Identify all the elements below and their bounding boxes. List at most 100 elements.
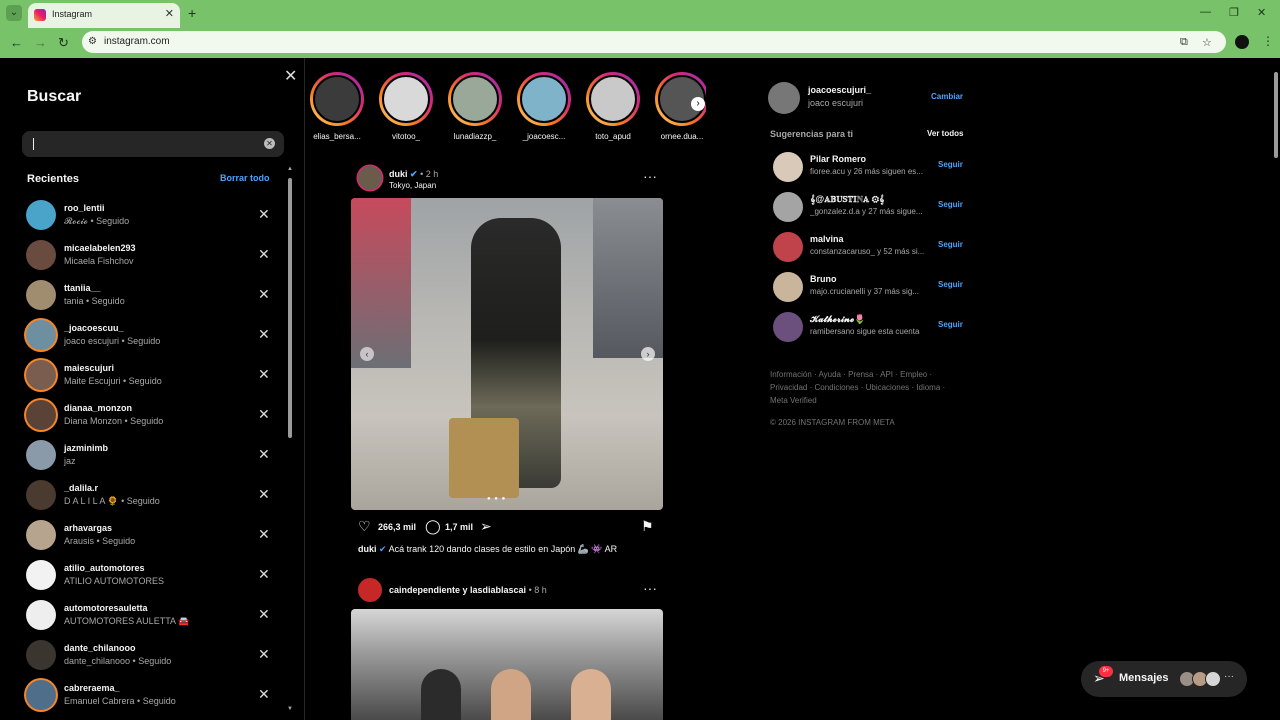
comment-count[interactable]: 1,7 mil [445, 522, 473, 532]
install-app-icon[interactable]: ⧉ [1180, 36, 1188, 49]
follow-button[interactable]: Seguir [938, 160, 963, 169]
post-options-icon[interactable]: ··· [643, 168, 657, 184]
search-panel-title: Buscar [27, 88, 82, 105]
carousel-prev-icon[interactable]: ‹ [360, 347, 374, 361]
clear-search-icon[interactable]: ✕ [264, 138, 275, 149]
footer-links[interactable]: Información · Ayuda · Prensa · API · Emp… [770, 368, 950, 407]
remove-recent-icon[interactable]: ✕ [258, 566, 270, 583]
suggestion-username[interactable]: Pilar Romero [810, 154, 866, 164]
suggestion-username[interactable]: malvina [810, 234, 844, 244]
recent-item[interactable]: arhavargas Arausis • Seguido ✕ [0, 516, 290, 556]
remove-recent-icon[interactable]: ✕ [258, 446, 270, 463]
post2-image[interactable] [351, 609, 663, 720]
my-avatar[interactable] [768, 82, 800, 114]
site-info-icon[interactable]: ⚙ [88, 36, 97, 47]
see-all-button[interactable]: Ver todos [927, 129, 963, 138]
messages-button[interactable]: ➢ 9+ Mensajes ··· [1081, 661, 1247, 697]
remove-recent-icon[interactable]: ✕ [258, 326, 270, 343]
remove-recent-icon[interactable]: ✕ [258, 206, 270, 223]
recent-item[interactable]: _joacoescuu_ joaco escujuri • Seguido ✕ [0, 316, 290, 356]
clear-all-button[interactable]: Borrar todo [220, 173, 270, 183]
reload-button[interactable]: ↻ [58, 35, 69, 51]
remove-recent-icon[interactable]: ✕ [258, 526, 270, 543]
recent-item[interactable]: atilio_automotores ATILIO AUTOMOTORES ✕ [0, 556, 290, 596]
scroll-thumb[interactable] [288, 178, 292, 438]
post2-author[interactable]: caindependiente y lasdiablascai [389, 585, 526, 595]
avatar[interactable] [773, 152, 803, 182]
search-box[interactable]: ✕ [22, 131, 284, 157]
post2-author-avatar[interactable] [358, 578, 382, 602]
post-author[interactable]: duki [389, 169, 408, 179]
post-location[interactable]: Tokyo, Japan [389, 181, 436, 190]
recent-item[interactable]: dianaa_monzon Diana Monzon • Seguido ✕ [0, 396, 290, 436]
post2-options-icon[interactable]: ··· [643, 580, 657, 596]
maximize-button[interactable]: ❐ [1229, 6, 1239, 19]
recent-item[interactable]: maiescujuri Maite Escujuri • Seguido ✕ [0, 356, 290, 396]
back-button[interactable]: ← [10, 35, 23, 50]
suggestion-username[interactable]: 𝓚𝓪𝓽𝓱𝓮𝓻𝓲𝓷𝓮🌷 [810, 314, 865, 325]
suggestion-username[interactable]: Bruno [810, 274, 837, 284]
tab-close-icon[interactable]: ✕ [165, 7, 174, 20]
recent-item[interactable]: automotoresauletta AUTOMOTORES AULETTA 🚘 ✕ [0, 596, 290, 636]
avatar[interactable] [773, 272, 803, 302]
follow-button[interactable]: Seguir [938, 240, 963, 249]
page-scrollbar[interactable] [1272, 58, 1280, 720]
recent-item[interactable]: ttaniia__ tania • Seguido ✕ [0, 276, 290, 316]
close-search-icon[interactable]: ✕ [284, 66, 297, 86]
avatar[interactable] [773, 312, 803, 342]
remove-recent-icon[interactable]: ✕ [258, 286, 270, 303]
scroll-up-arrow-icon[interactable]: ▲ [287, 166, 293, 172]
my-username[interactable]: joacoescujuri_ [808, 85, 871, 95]
like-heart-icon[interactable]: ♡ [358, 518, 371, 535]
recent-item[interactable]: _dalila.r D A L I L A 🌻 • Seguido ✕ [0, 476, 290, 516]
recent-username: automotoresauletta [64, 603, 148, 613]
page-scroll-thumb[interactable] [1274, 72, 1278, 158]
tab-search-button[interactable]: ⌄ [6, 5, 22, 21]
remove-recent-icon[interactable]: ✕ [258, 366, 270, 383]
search-input[interactable] [32, 136, 262, 152]
suggestion-username[interactable]: 𝄞@𝔸𝔹𝕌𝕊𝕋𝕀ℕ𝔸 ⚙𝄞 [810, 194, 884, 205]
scroll-down-arrow-icon[interactable]: ▼ [287, 706, 293, 712]
recent-item[interactable]: cabreraema_ Emanuel Cabrera • Seguido ✕ [0, 676, 290, 716]
search-scrollbar[interactable]: ▲ ▼ [287, 166, 293, 716]
recent-item[interactable]: jazminimb jaz ✕ [0, 436, 290, 476]
recent-item[interactable]: dante_chilanooo dante_chilanooo • Seguido… [0, 636, 290, 676]
suggestion-item: 𝄞@𝔸𝔹𝕌𝕊𝕋𝕀ℕ𝔸 ⚙𝄞 _gonzalez.d.a y 27 más sigu… [768, 190, 968, 230]
comment-icon[interactable]: ◯ [425, 518, 441, 535]
recent-item[interactable]: roo_lentii 𝓡𝓸𝓬𝓲𝓸 • Seguido ✕ [0, 196, 290, 236]
avatar[interactable] [773, 192, 803, 222]
remove-recent-icon[interactable]: ✕ [258, 246, 270, 263]
browser-menu-icon[interactable]: ⋮ [1262, 34, 1274, 48]
post-image[interactable]: ‹ › ● ● ● [351, 198, 663, 510]
caption-author[interactable]: duki [358, 544, 377, 554]
new-tab-button[interactable]: + [188, 5, 196, 21]
like-count[interactable]: 266,3 mil [378, 522, 416, 532]
remove-recent-icon[interactable]: ✕ [258, 686, 270, 703]
carousel-next-icon[interactable]: › [641, 347, 655, 361]
address-bar[interactable]: ⚙ instagram.com ⧉ ☆ [82, 31, 1226, 53]
follow-button[interactable]: Seguir [938, 280, 963, 289]
my-full-name: joaco escujuri [808, 98, 864, 108]
forward-button[interactable]: → [34, 35, 47, 50]
window-close-button[interactable]: ✕ [1257, 6, 1266, 19]
remove-recent-icon[interactable]: ✕ [258, 406, 270, 423]
suggestion-subtitle: _gonzalez.d.a y 27 más sigue... [810, 207, 923, 216]
remove-recent-icon[interactable]: ✕ [258, 486, 270, 503]
remove-recent-icon[interactable]: ✕ [258, 646, 270, 663]
avatar[interactable] [773, 232, 803, 262]
browser-profile-avatar[interactable] [1235, 35, 1249, 49]
share-icon[interactable]: ➢ [480, 518, 492, 535]
browser-tab[interactable]: Instagram ✕ [28, 3, 180, 28]
post-author-avatar[interactable] [358, 166, 382, 190]
save-bookmark-icon[interactable]: ⚑ [641, 518, 654, 535]
stories-next-icon[interactable]: › [691, 97, 705, 111]
avatar [26, 240, 56, 270]
switch-account-button[interactable]: Cambiar [931, 92, 963, 101]
minimize-button[interactable]: — [1200, 6, 1211, 18]
suggestion-subtitle: constanzacaruso_ y 52 más si... [810, 247, 925, 256]
follow-button[interactable]: Seguir [938, 320, 963, 329]
follow-button[interactable]: Seguir [938, 200, 963, 209]
bookmark-star-icon[interactable]: ☆ [1202, 36, 1212, 49]
remove-recent-icon[interactable]: ✕ [258, 606, 270, 623]
recent-item[interactable]: micaelabelen293 Micaela Fishchov ✕ [0, 236, 290, 276]
